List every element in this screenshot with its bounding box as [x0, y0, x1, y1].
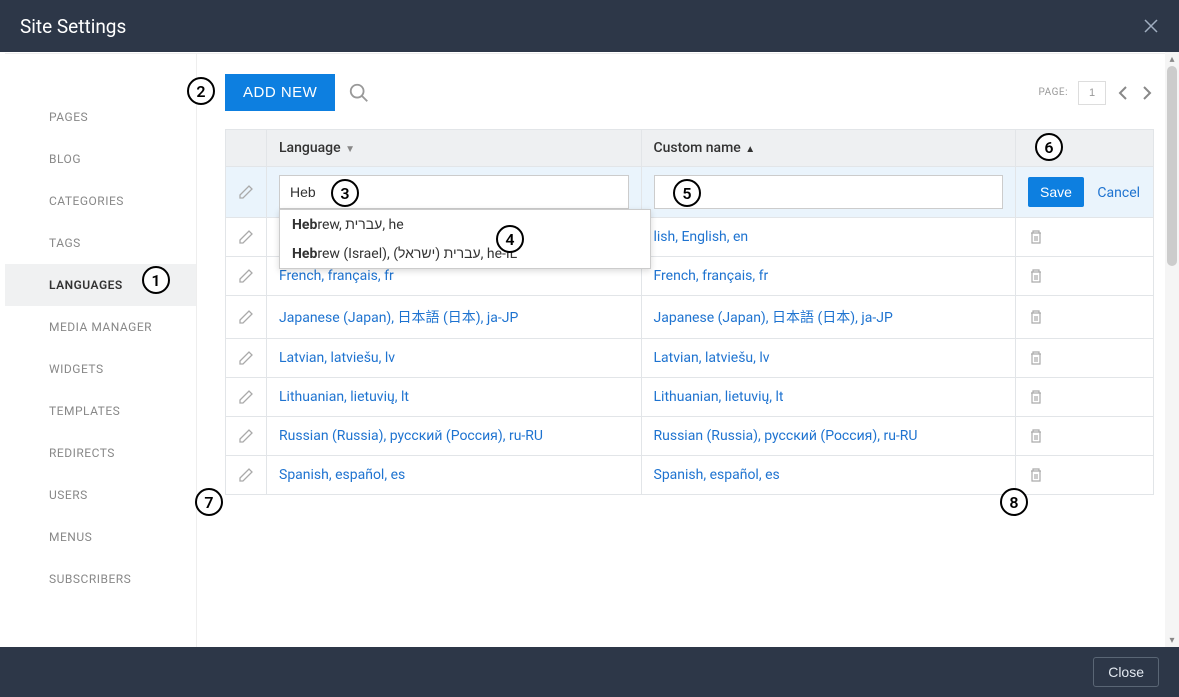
edit-icon[interactable] — [238, 467, 254, 483]
scroll-down-icon[interactable]: ▾ — [1165, 633, 1179, 647]
language-link[interactable]: Japanese (Japan), 日本語 (日本), ja-JP — [279, 310, 518, 326]
language-link[interactable]: French, français, fr — [279, 268, 394, 284]
add-new-button[interactable]: ADD NEW — [225, 74, 335, 111]
sidebar-item-menus[interactable]: MENUS — [5, 516, 196, 558]
sidebar-item-blog[interactable]: BLOG — [5, 138, 196, 180]
custom-name-link[interactable]: lish, English, en — [654, 229, 749, 245]
delete-icon[interactable] — [1028, 268, 1141, 284]
col-language-header[interactable]: Language ▼ — [267, 130, 642, 167]
sidebar-item-templates[interactable]: TEMPLATES — [5, 390, 196, 432]
language-link[interactable]: Spanish, español, es — [279, 467, 405, 483]
delete-icon[interactable] — [1028, 309, 1141, 325]
sidebar-item-pages[interactable]: PAGES — [5, 96, 196, 138]
language-link[interactable]: Russian (Russia), русский (Россия), ru-R… — [279, 428, 543, 444]
sidebar-item-tags[interactable]: TAGS — [5, 222, 196, 264]
delete-icon[interactable] — [1028, 467, 1141, 483]
delete-icon[interactable] — [1028, 389, 1141, 405]
modal-footer: Close — [0, 647, 1179, 697]
autocomplete-dropdown: Hebrew, עברית, heHebrew (Israel), עברית … — [279, 209, 651, 269]
custom-name-link[interactable]: Japanese (Japan), 日本語 (日本), ja-JP — [654, 310, 893, 326]
page-title: Site Settings — [20, 15, 126, 38]
col-custom-name-header[interactable]: Custom name ▲ — [641, 130, 1016, 167]
sort-asc-icon: ▲ — [743, 144, 755, 155]
sidebar-item-languages[interactable]: LANGUAGES — [5, 264, 196, 306]
table-row: Latvian, latviešu, lv Latvian, latviešu, … — [226, 339, 1154, 378]
autocomplete-item[interactable]: Hebrew (Israel), עברית (ישראל), he-IL — [280, 239, 650, 268]
search-icon[interactable] — [347, 81, 371, 105]
cancel-button[interactable]: Cancel — [1097, 185, 1140, 201]
custom-name-link[interactable]: French, français, fr — [654, 268, 769, 284]
custom-name-link[interactable]: Russian (Russia), русский (Россия), ru-R… — [654, 428, 918, 444]
close-icon[interactable] — [1143, 18, 1159, 34]
languages-table: Language ▼ Custom name ▲ — [225, 129, 1154, 495]
col-actions-header — [1016, 130, 1154, 167]
table-row: Russian (Russia), русский (Россия), ru-R… — [226, 417, 1154, 456]
sidebar-item-subscribers[interactable]: SUBSCRIBERS — [5, 558, 196, 600]
scrollbar[interactable]: ▴ ▾ — [1165, 52, 1179, 647]
language-link[interactable]: Lithuanian, lietuvių, lt — [279, 389, 409, 405]
delete-icon[interactable] — [1028, 350, 1141, 366]
edit-icon[interactable] — [238, 229, 254, 245]
edit-icon[interactable] — [238, 350, 254, 366]
edit-icon[interactable] — [238, 428, 254, 444]
language-link[interactable]: Latvian, latviešu, lv — [279, 350, 395, 366]
table-row: Spanish, español, es Spanish, español, es — [226, 456, 1154, 495]
edit-icon[interactable] — [238, 309, 254, 325]
delete-icon[interactable] — [1028, 428, 1141, 444]
sidebar-item-redirects[interactable]: REDIRECTS — [5, 432, 196, 474]
sidebar-item-categories[interactable]: CATEGORIES — [5, 180, 196, 222]
col-edit-header — [226, 130, 267, 167]
custom-name-link[interactable]: Spanish, español, es — [654, 467, 780, 483]
language-input[interactable] — [279, 175, 629, 209]
modal-header: Site Settings — [0, 0, 1179, 52]
scroll-up-icon[interactable]: ▴ — [1165, 52, 1179, 66]
pager: PAGE: — [1038, 81, 1154, 105]
sidebar-item-widgets[interactable]: WIDGETS — [5, 348, 196, 390]
table-row: Lithuanian, lietuvių, lt Lithuanian, liet… — [226, 378, 1154, 417]
custom-name-link[interactable]: Latvian, latviešu, lv — [654, 350, 770, 366]
page-next-icon[interactable] — [1140, 83, 1154, 103]
edit-icon[interactable] — [238, 268, 254, 284]
toolbar: ADD NEW PAGE: — [225, 74, 1154, 111]
custom-name-input[interactable] — [654, 175, 1004, 209]
scrollbar-thumb[interactable] — [1167, 66, 1177, 266]
sidebar-item-media-manager[interactable]: MEDIA MANAGER — [5, 306, 196, 348]
autocomplete-item[interactable]: Hebrew, עברית, he — [280, 210, 650, 239]
page-prev-icon[interactable] — [1116, 83, 1130, 103]
sidebar-item-users[interactable]: USERS — [5, 474, 196, 516]
page-label: PAGE: — [1038, 87, 1068, 98]
content-area: ADD NEW PAGE: — [197, 54, 1174, 647]
table-row: Japanese (Japan), 日本語 (日本), ja-JP Japanes… — [226, 296, 1154, 339]
sidebar: PAGESBLOGCATEGORIESTAGSLANGUAGESMEDIA MA… — [5, 54, 197, 647]
custom-name-link[interactable]: Lithuanian, lietuvių, lt — [654, 389, 784, 405]
save-button[interactable]: Save — [1028, 177, 1084, 207]
page-input[interactable] — [1078, 81, 1106, 105]
close-button[interactable]: Close — [1093, 657, 1159, 687]
edit-icon[interactable] — [238, 389, 254, 405]
edit-icon[interactable] — [238, 184, 254, 200]
delete-icon[interactable] — [1028, 229, 1141, 245]
sort-icon: ▼ — [343, 144, 355, 155]
